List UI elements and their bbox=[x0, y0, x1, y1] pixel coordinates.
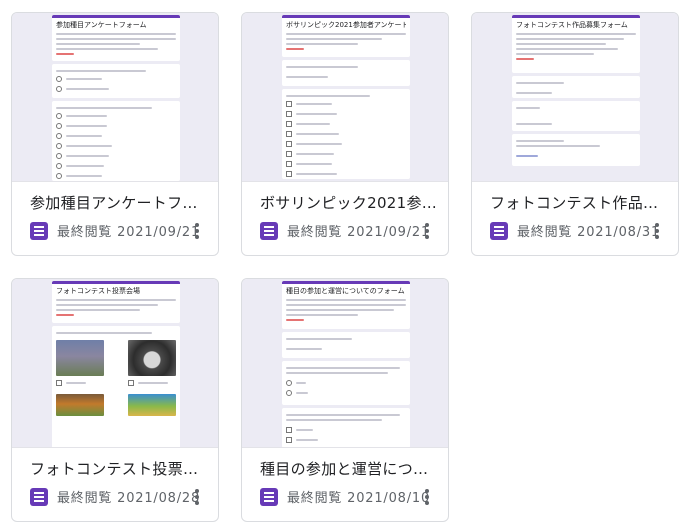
more-vert-icon[interactable] bbox=[424, 488, 430, 506]
last-viewed-date: 最終閲覧 2021/09/21 bbox=[287, 225, 431, 240]
file-title[interactable]: フォトコンテスト投票会場 bbox=[30, 459, 210, 479]
more-vert-icon[interactable] bbox=[654, 222, 660, 240]
thumbnail-title: フォトコンテスト投票会場 bbox=[56, 287, 140, 295]
file-title[interactable]: フォトコンテスト作品募集フォーム bbox=[490, 193, 670, 213]
google-forms-icon bbox=[30, 221, 48, 240]
file-card[interactable]: ボサリンピック2021参加者アンケートフォーム ボサリンピック2021参加者 bbox=[241, 12, 449, 256]
form-thumbnail: 参加種目アンケートフォーム bbox=[12, 13, 218, 182]
google-forms-icon bbox=[260, 221, 278, 240]
last-viewed-date: 最終閲覧 2021/08/10 bbox=[287, 491, 431, 506]
google-forms-icon bbox=[30, 487, 48, 506]
file-card[interactable]: フォトコンテスト投票会場 フォトコンテスト投票会場 最終閲覧 2021/08/2… bbox=[11, 278, 219, 522]
google-forms-icon bbox=[260, 487, 278, 506]
thumbnail-title: ボサリンピック2021参加者アンケートフォーム bbox=[286, 21, 406, 29]
form-thumbnail: 種目の参加と運営についてのフォーム bbox=[242, 279, 448, 448]
file-title[interactable]: ボサリンピック2021参加者アンケートフォーム bbox=[260, 193, 440, 213]
thumbnail-title: 種目の参加と運営についてのフォーム bbox=[286, 287, 405, 295]
form-thumbnail: フォトコンテスト投票会場 bbox=[12, 279, 218, 448]
file-title[interactable]: 参加種目アンケートフォーム bbox=[30, 193, 210, 213]
file-card[interactable]: 参加種目アンケートフォーム 参加種目アンケートフォーム 最終閲覧 2021/09… bbox=[11, 12, 219, 256]
more-vert-icon[interactable] bbox=[194, 222, 200, 240]
more-vert-icon[interactable] bbox=[424, 222, 430, 240]
file-card[interactable]: フォトコンテスト作品募集フォーム フォトコンテスト作品募集フォーム 最終閲覧 2… bbox=[471, 12, 679, 256]
thumbnail-title: 参加種目アンケートフォーム bbox=[56, 21, 147, 29]
file-card[interactable]: 種目の参加と運営についてのフォーム 種目の参加と運営についてのフォ bbox=[241, 278, 449, 522]
form-thumbnail: ボサリンピック2021参加者アンケートフォーム bbox=[242, 13, 448, 182]
photo-thumbnail bbox=[56, 340, 104, 376]
thumbnail-title: フォトコンテスト作品募集フォーム bbox=[516, 21, 628, 29]
google-forms-icon bbox=[490, 221, 508, 240]
last-viewed-date: 最終閲覧 2021/09/21 bbox=[57, 225, 201, 240]
last-viewed-date: 最終閲覧 2021/08/31 bbox=[517, 225, 661, 240]
file-title[interactable]: 種目の参加と運営についてのフォーム bbox=[260, 459, 440, 479]
photo-thumbnail bbox=[128, 394, 176, 416]
more-vert-icon[interactable] bbox=[194, 488, 200, 506]
last-viewed-date: 最終閲覧 2021/08/28 bbox=[57, 491, 201, 506]
form-thumbnail: フォトコンテスト作品募集フォーム bbox=[472, 13, 678, 182]
photo-thumbnail bbox=[56, 394, 104, 416]
photo-thumbnail bbox=[128, 340, 176, 376]
